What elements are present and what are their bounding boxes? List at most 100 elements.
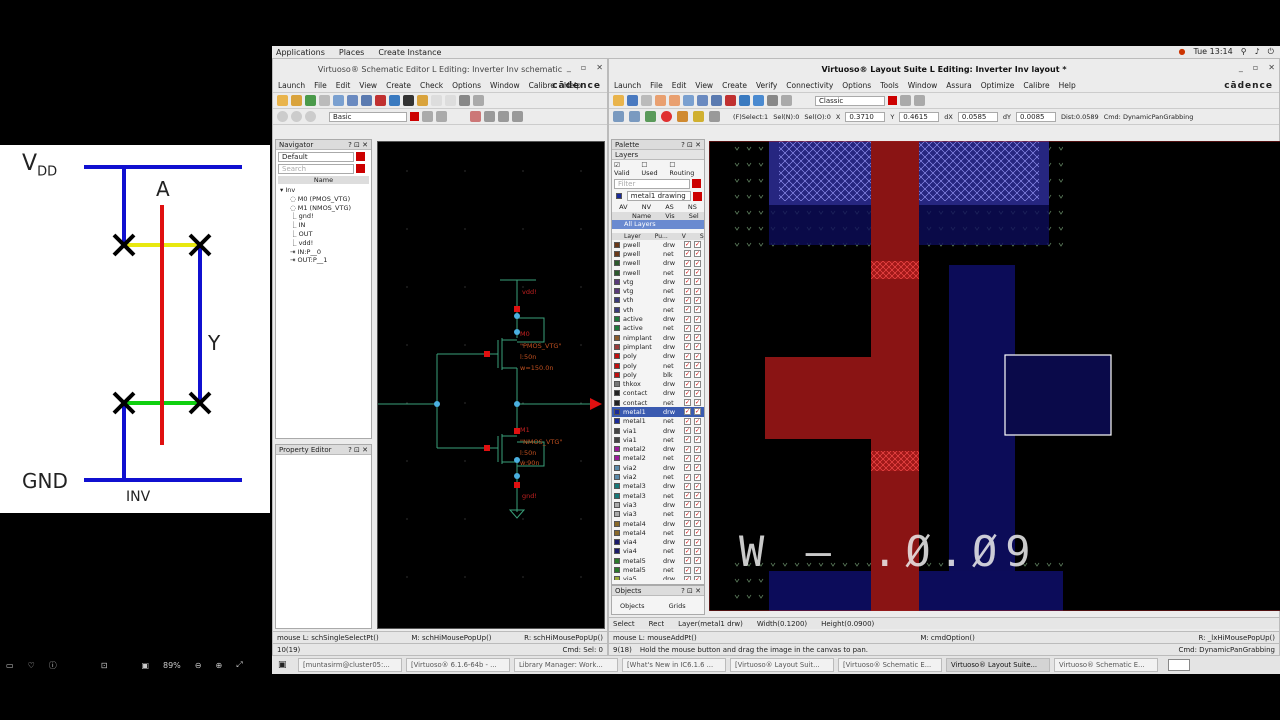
places-menu[interactable]: Places: [339, 48, 364, 57]
create-path-icon[interactable]: [629, 111, 640, 122]
tree-item[interactable]: ⎿ vdd!: [280, 239, 371, 248]
hierarchy-icon[interactable]: [753, 95, 764, 106]
cursor-icon[interactable]: [512, 111, 523, 122]
selectable-checkbox[interactable]: ✓: [694, 278, 701, 286]
selectable-checkbox[interactable]: ✓: [694, 296, 701, 304]
tree-item[interactable]: ⎿ OUT: [280, 230, 371, 239]
layer-row[interactable]: nimplant drw ✓ ✓: [612, 333, 704, 342]
workspace-icon[interactable]: [422, 111, 433, 122]
layer-row[interactable]: metal1 drw ✓ ✓: [612, 407, 704, 417]
tab-grids[interactable]: Grids: [669, 602, 686, 610]
maximize-icon[interactable]: ▫: [1253, 63, 1258, 72]
layer-row[interactable]: pwell drw ✓ ✓: [612, 240, 704, 249]
save-icon[interactable]: [305, 95, 316, 106]
tree-item[interactable]: ⇥ OUT:P__1: [280, 256, 371, 265]
minimize-icon[interactable]: _: [567, 63, 571, 72]
visible-checkbox[interactable]: ✓: [684, 427, 691, 435]
layer-row[interactable]: nwell net ✓ ✓: [612, 268, 704, 277]
selectable-checkbox[interactable]: ✓: [694, 371, 701, 379]
panel-close-icon[interactable]: ? ⊡ ✕: [681, 141, 701, 149]
all-layers-row[interactable]: All Layers: [612, 220, 704, 229]
select-icon[interactable]: [470, 111, 481, 122]
current-layer-select[interactable]: metal1 drawing: [626, 191, 692, 201]
layer-row[interactable]: poly net ✓ ✓: [612, 361, 704, 370]
layout-canvas[interactable]: W — .Ø.Ø9: [709, 141, 1280, 611]
visible-checkbox[interactable]: ✓: [684, 520, 691, 528]
visible-checkbox[interactable]: ✓: [684, 287, 691, 295]
used-checkbox[interactable]: ☐ Used: [641, 161, 665, 177]
fullscreen-icon[interactable]: ⤢: [236, 660, 242, 670]
move-icon[interactable]: [333, 95, 344, 106]
selectable-checkbox[interactable]: ✓: [694, 510, 701, 518]
search-dropdown-icon[interactable]: [356, 164, 365, 173]
layer-row[interactable]: nwell drw ✓ ✓: [612, 259, 704, 268]
menu-options[interactable]: Options: [842, 81, 871, 90]
fit-icon[interactable]: ⊡: [101, 661, 108, 670]
name-column-header[interactable]: Name: [278, 176, 369, 184]
tree-item[interactable]: ⎿ gnd!: [280, 212, 371, 221]
visible-checkbox[interactable]: ✓: [684, 557, 691, 565]
save-icon[interactable]: [627, 95, 638, 106]
menu-tools[interactable]: Tools: [880, 81, 898, 90]
visible-checkbox[interactable]: ✓: [684, 417, 691, 425]
layer-row[interactable]: via5 drw ✓ ✓: [612, 575, 704, 580]
tree-item[interactable]: ⇥ IN:P__0: [280, 248, 371, 257]
tree-item[interactable]: ◌ M0 (PMOS_VTG): [280, 195, 371, 204]
menu-view[interactable]: View: [695, 81, 713, 90]
layer-row[interactable]: via3 drw ✓ ✓: [612, 500, 704, 509]
close-icon[interactable]: ✕: [596, 63, 603, 72]
selectable-checkbox[interactable]: ✓: [694, 445, 701, 453]
selectable-checkbox[interactable]: ✓: [694, 538, 701, 546]
schematic-canvas[interactable]: vdd! M0 "PMOS_VTG" l:50n w=150.0n M1 "NM…: [377, 141, 605, 629]
layer-row[interactable]: vtg net ✓ ✓: [612, 286, 704, 295]
label-icon[interactable]: [693, 111, 704, 122]
visible-checkbox[interactable]: ✓: [684, 408, 691, 416]
menu-file[interactable]: File: [314, 81, 327, 90]
layer-row[interactable]: via1 net ✓ ✓: [612, 435, 704, 444]
heart-icon[interactable]: ♡: [28, 661, 35, 670]
layer-row[interactable]: vtg drw ✓ ✓: [612, 277, 704, 286]
image-icon[interactable]: ▣: [141, 661, 149, 670]
visible-checkbox[interactable]: ✓: [684, 538, 691, 546]
visible-checkbox[interactable]: ✓: [684, 334, 691, 342]
routing-checkbox[interactable]: ☐ Routing: [669, 161, 702, 177]
zoom-level[interactable]: 89%: [163, 661, 181, 670]
layer-row[interactable]: active drw ✓ ✓: [612, 314, 704, 323]
selectable-checkbox[interactable]: ✓: [694, 287, 701, 295]
property-icon[interactable]: [389, 95, 400, 106]
selectable-checkbox[interactable]: ✓: [694, 482, 701, 490]
zoom-icon[interactable]: [767, 95, 778, 106]
selectable-checkbox[interactable]: ✓: [694, 501, 701, 509]
layer-row[interactable]: vth drw ✓ ✓: [612, 296, 704, 305]
visible-checkbox[interactable]: ✓: [684, 445, 691, 453]
stretch-icon[interactable]: [711, 95, 722, 106]
layer-row[interactable]: metal4 net ✓ ✓: [612, 528, 704, 537]
selectable-checkbox[interactable]: ✓: [694, 362, 701, 369]
layer-row[interactable]: metal3 drw ✓ ✓: [612, 482, 704, 491]
ruler-icon[interactable]: [677, 111, 688, 122]
tab-nv[interactable]: NV: [642, 203, 651, 211]
taskbar-window-button[interactable]: Library Manager: Work...: [514, 658, 618, 672]
copy-icon[interactable]: [697, 95, 708, 106]
visible-checkbox[interactable]: ✓: [684, 380, 691, 388]
selectable-checkbox[interactable]: ✓: [694, 557, 701, 565]
menu-verify[interactable]: Verify: [756, 81, 777, 90]
visible-checkbox[interactable]: ✓: [684, 352, 691, 360]
layer-dropdown-icon[interactable]: [693, 191, 703, 201]
fit-view-icon[interactable]: [781, 95, 792, 106]
menu-launch[interactable]: Launch: [614, 81, 641, 90]
visible-checkbox[interactable]: ✓: [684, 250, 691, 258]
layer-row[interactable]: pwell net ✓ ✓: [612, 249, 704, 258]
text-icon[interactable]: [403, 95, 414, 106]
layer-row[interactable]: poly drw ✓ ✓: [612, 352, 704, 361]
visible-checkbox[interactable]: ✓: [684, 324, 691, 332]
layer-row[interactable]: thkox drw ✓ ✓: [612, 379, 704, 388]
selectable-checkbox[interactable]: ✓: [694, 399, 701, 407]
selectable-checkbox[interactable]: ✓: [694, 389, 701, 397]
selectable-checkbox[interactable]: ✓: [694, 575, 701, 580]
visible-checkbox[interactable]: ✓: [684, 278, 691, 286]
workspace-save-icon[interactable]: [436, 111, 447, 122]
layer-row[interactable]: via4 net ✓ ✓: [612, 547, 704, 556]
menu-create[interactable]: Create: [386, 81, 411, 90]
filter-dropdown-icon[interactable]: [356, 152, 365, 161]
